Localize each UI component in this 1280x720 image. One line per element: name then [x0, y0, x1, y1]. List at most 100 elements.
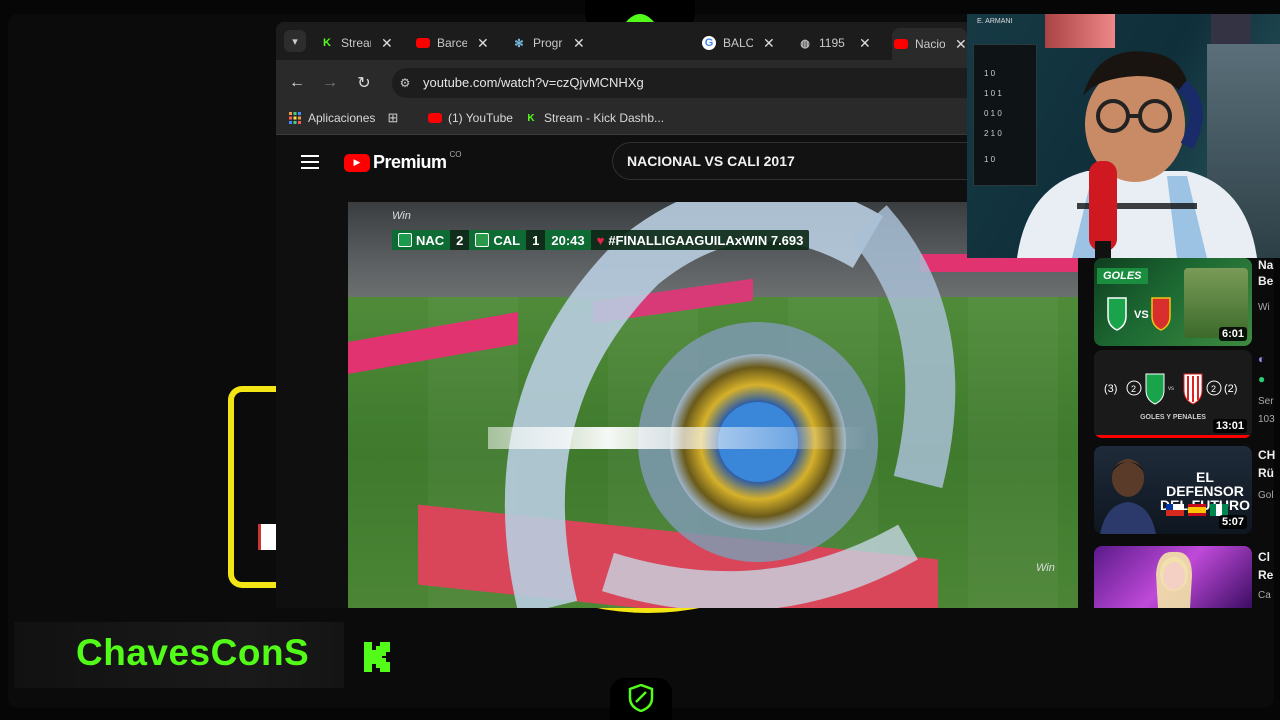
youtube-play-icon: ▶ — [344, 153, 370, 172]
svg-text:2: 2 — [1211, 384, 1216, 394]
bookmark-youtube[interactable]: (1) YouTube — [428, 111, 513, 125]
related-video-title[interactable]: Re — [1258, 568, 1280, 583]
country-flags-icon — [1166, 504, 1228, 516]
replay-transition-graphic — [488, 202, 956, 608]
webcam-feed: E. ARMANI 1 0 1 0 1 0 1 0 2 1 0 1 0 — [967, 14, 1280, 258]
tab-programa[interactable]: ✻ Programa ✕ — [512, 28, 585, 58]
score-away: 1 — [532, 232, 540, 248]
watched-progress — [1094, 435, 1252, 438]
bookmark-kick-dashboard[interactable]: K Stream - Kick Dashb... — [524, 111, 664, 125]
related-video-title[interactable]: CH — [1258, 448, 1280, 463]
tab-1195[interactable]: ◍ 1195 ✕ — [798, 28, 871, 58]
svg-text:vs: vs — [1168, 386, 1174, 392]
svg-text:VS: VS — [1134, 309, 1149, 321]
related-video-title[interactable]: Be — [1258, 274, 1280, 289]
team-home: NAC — [392, 230, 451, 250]
site-info-icon[interactable]: ⚙ — [396, 74, 414, 92]
tab-title: BALON — [723, 36, 753, 50]
close-tab-icon[interactable]: ✕ — [763, 35, 775, 52]
close-tab-icon[interactable]: ✕ — [381, 35, 393, 52]
close-tab-icon[interactable]: ✕ — [859, 35, 871, 52]
shield-icon — [628, 684, 654, 712]
related-video-thumbnail[interactable]: GOLES VS 6:01 — [1094, 258, 1252, 346]
channel-name: ChavesConS — [76, 632, 310, 673]
related-video-channel[interactable]: Ca — [1258, 588, 1280, 603]
youtube-icon — [428, 111, 442, 125]
country-code: CO — [449, 150, 462, 159]
tab-barcelona[interactable]: Barcelona ✕ — [416, 28, 489, 58]
bookmark-apps[interactable]: Aplicaciones — [288, 111, 375, 125]
team-away: CAL — [469, 230, 527, 250]
scorebug: NAC 2 CAL 1 20:43 ♥ #FINALLIGAAGUILAxWIN … — [392, 230, 810, 250]
related-video-thumbnail[interactable]: EL DEFENSOR DEL FUTURO 5:07 — [1094, 446, 1252, 534]
related-video-channel[interactable]: Gol — [1258, 488, 1280, 503]
streamer-person — [1017, 51, 1257, 258]
related-video-thumbnail[interactable] — [1094, 546, 1252, 608]
score-home: 2 — [456, 232, 464, 248]
youtube-premium-logo[interactable]: ▶ Premium CO — [344, 150, 462, 173]
svg-text:2: 2 — [1131, 384, 1136, 394]
tab-title: 1195 — [819, 36, 845, 50]
close-tab-icon[interactable]: ✕ — [955, 36, 967, 53]
bookmark-label: Aplicaciones — [308, 111, 376, 125]
logo-text: Premium — [373, 152, 447, 172]
arrow-right-icon: → — [322, 74, 338, 91]
video-duration: 13:01 — [1212, 419, 1247, 433]
kick-icon: K — [527, 112, 535, 124]
thumbnail-tag: GOLES — [1097, 268, 1148, 284]
reload-icon: ↻ — [357, 75, 371, 92]
related-video-thumbnail[interactable]: (3) 2 vs 2 (2) GOLES Y PENALES 13:01 — [1094, 350, 1252, 438]
broadcaster-logo-corner: Win — [1036, 562, 1055, 574]
youtube-icon — [894, 37, 908, 51]
bookmark-grid[interactable]: ⊞ — [386, 110, 406, 125]
live-dot-icon: ● — [1258, 372, 1266, 386]
related-video-channel[interactable]: Ser — [1258, 394, 1280, 409]
tab-nacional-active[interactable]: Nacional ✕ — [892, 28, 967, 60]
video-duration: 6:01 — [1218, 327, 1247, 341]
tab-stream[interactable]: K Stream ✕ — [320, 28, 393, 58]
svg-text:(3): (3) — [1104, 383, 1117, 395]
heart-icon: ♥ — [596, 232, 605, 248]
tab-title: Stream — [341, 36, 371, 50]
team-crest-icon — [475, 233, 490, 247]
reload-button[interactable]: ↻ — [353, 72, 375, 94]
tab-search-button[interactable]: ▾ — [284, 30, 306, 52]
channel-avatar-icon[interactable]: ◐ — [1258, 352, 1280, 367]
related-video-channel[interactable]: Wi — [1258, 300, 1280, 315]
hamburger-menu-icon[interactable] — [301, 155, 319, 169]
tab-title: Programa — [533, 36, 563, 50]
forward-button[interactable]: → — [319, 72, 341, 94]
performer-photo — [1156, 551, 1192, 608]
tab-balon[interactable]: G BALON ✕ — [702, 28, 775, 58]
related-video-title[interactable]: Rü — [1258, 466, 1280, 481]
tab-title: Nacional — [915, 37, 945, 51]
kick-icon: K — [323, 37, 331, 49]
kick-logo-icon — [364, 642, 390, 672]
player-photo — [1100, 459, 1156, 534]
gear-icon: ✻ — [514, 37, 524, 50]
chevron-down-icon: ▾ — [292, 35, 298, 48]
related-video-title[interactable]: Cl — [1258, 550, 1280, 565]
bookmark-label: Stream - Kick Dashb... — [544, 111, 665, 125]
globe-icon: ◍ — [800, 37, 810, 50]
match-clock: 20:43 — [545, 230, 591, 250]
video-duration: 5:07 — [1218, 515, 1247, 529]
team-crests-icon: VS — [1107, 297, 1171, 331]
back-button[interactable]: ← — [286, 72, 308, 94]
grid-icon: ⊞ — [387, 110, 399, 125]
team-crest-icon — [398, 233, 412, 247]
search-query[interactable]: NACIONAL VS CALI 2017 — [627, 153, 795, 169]
video-player[interactable]: Win Win NAC 2 CAL 1 20:43 ♥ #FINALLIGAAGU… — [348, 202, 1078, 608]
youtube-icon — [416, 36, 430, 50]
url-text[interactable]: youtube.com/watch?v=czQjvMCNHXg — [423, 75, 644, 90]
match-crests-icon: (3) 2 vs 2 (2) — [1104, 373, 1237, 405]
related-video-title[interactable]: Na — [1258, 258, 1280, 273]
svg-text:(2): (2) — [1224, 383, 1237, 395]
close-tab-icon[interactable]: ✕ — [477, 35, 489, 52]
related-video-views: 103 — [1258, 414, 1275, 425]
tab-title: Barcelona — [437, 36, 467, 50]
close-tab-icon[interactable]: ✕ — [573, 35, 585, 52]
hashtag: ♥ #FINALLIGAAGUILAxWIN 7.693 — [596, 232, 804, 248]
google-icon: G — [702, 36, 716, 50]
arrow-left-icon: ← — [289, 74, 305, 91]
